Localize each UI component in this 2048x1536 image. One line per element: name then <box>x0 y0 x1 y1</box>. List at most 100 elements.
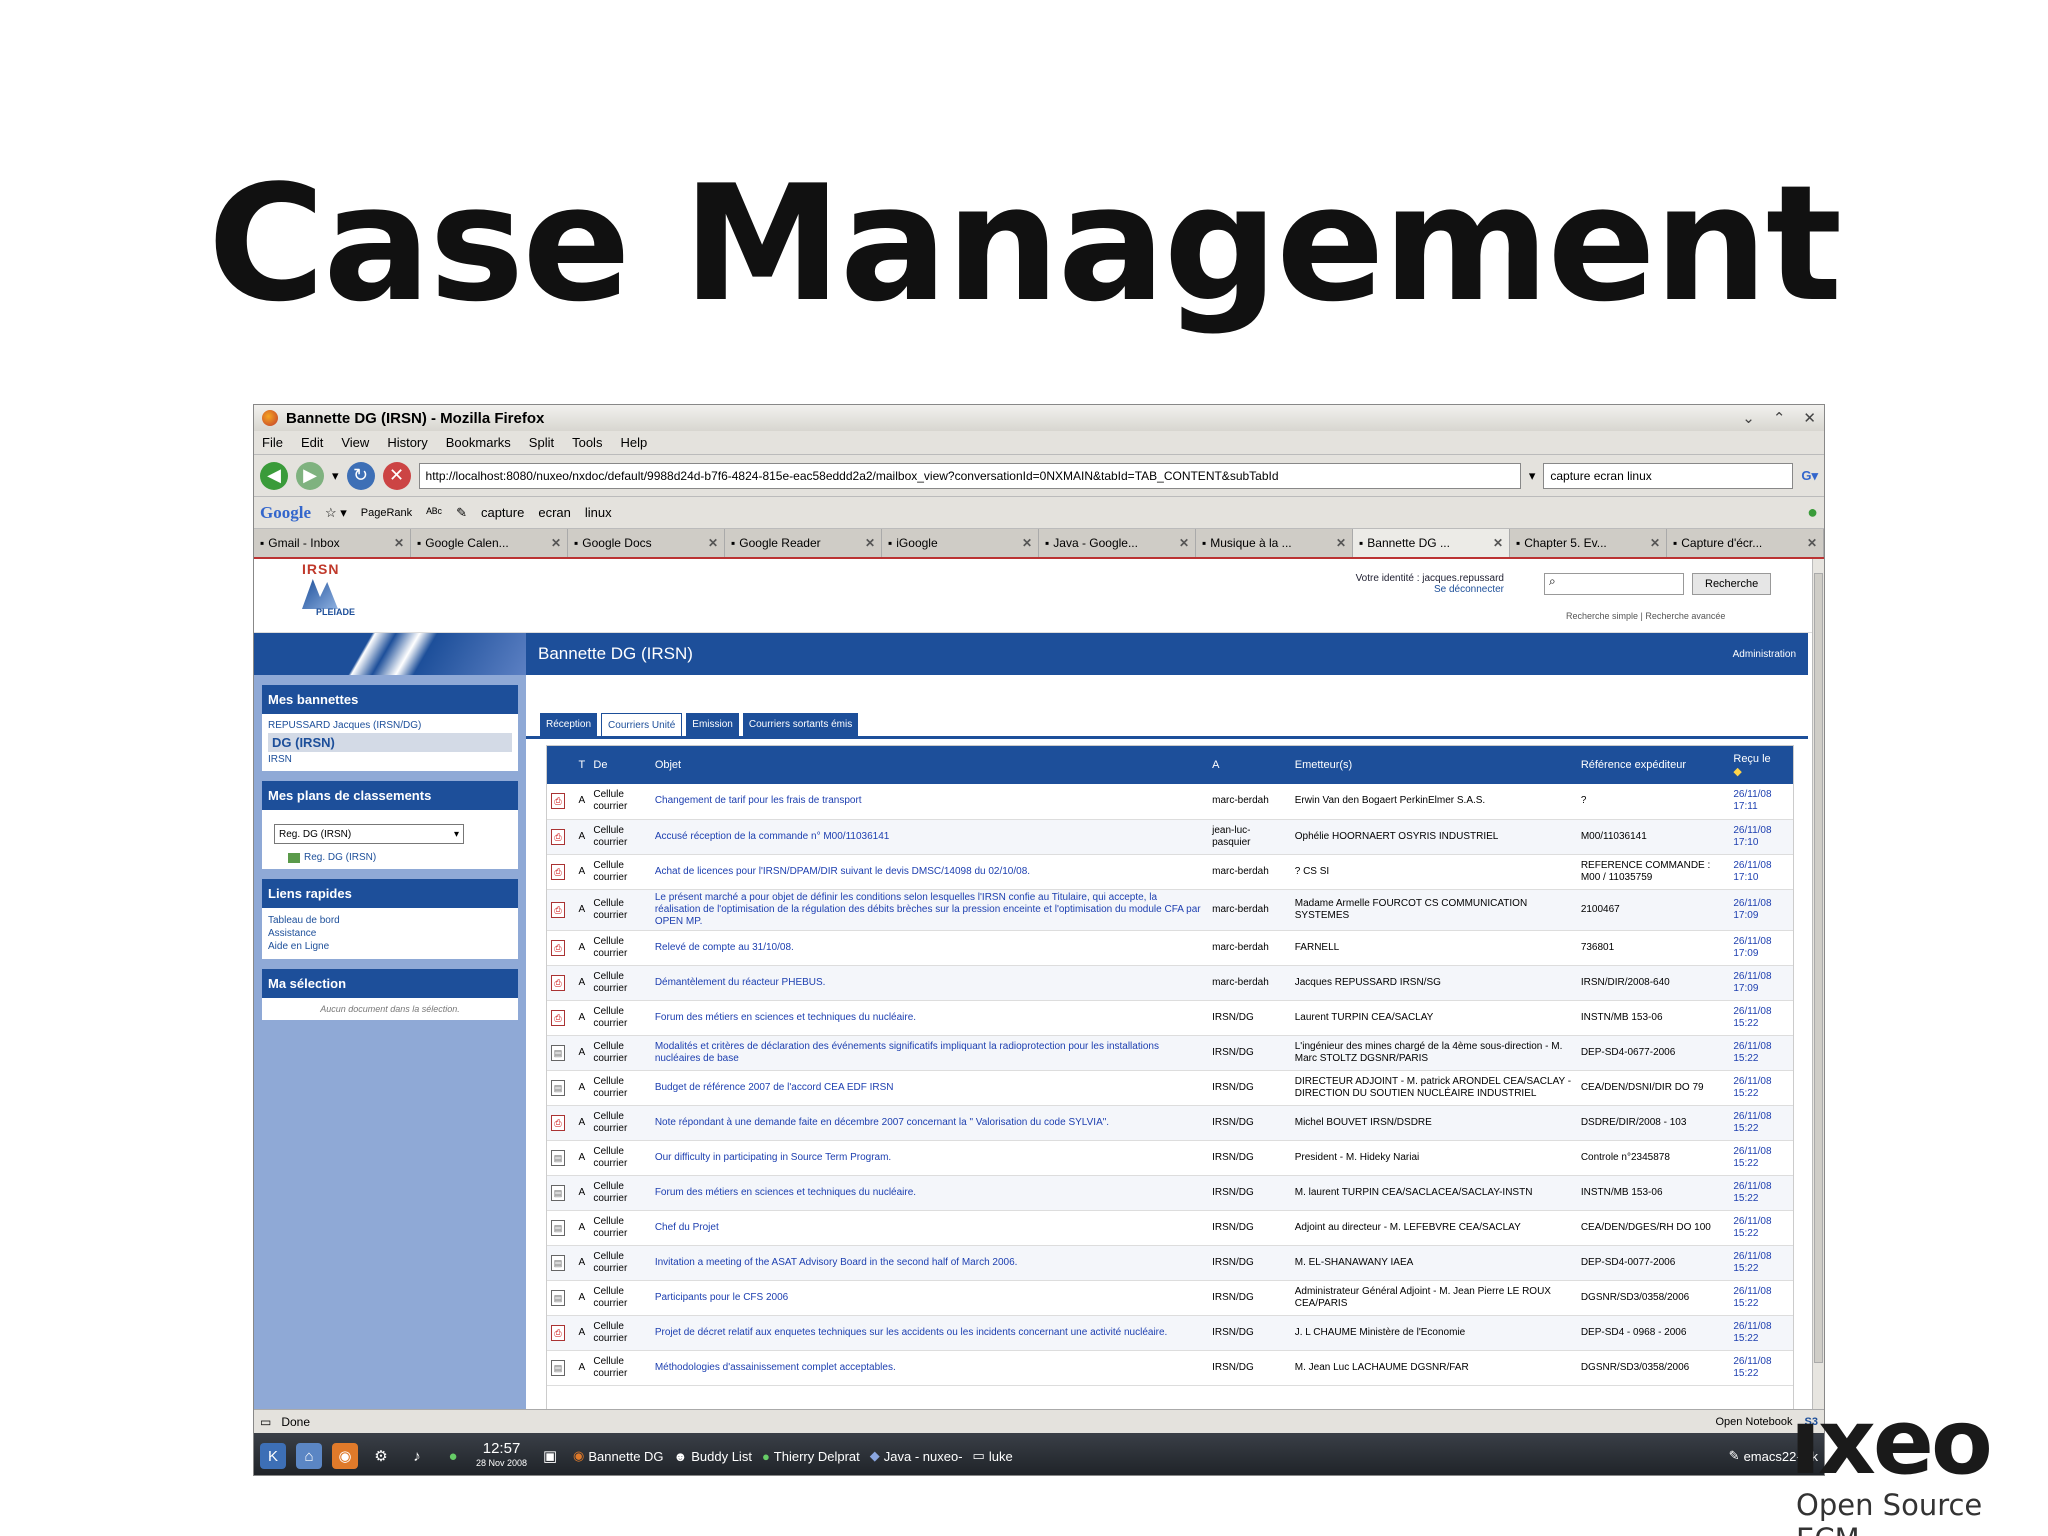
table-row[interactable]: ⎙ A Cellule courrier Projet de décret relat… <box>547 1315 1793 1351</box>
quick-link-help[interactable]: Aide en Ligne <box>268 940 512 953</box>
cell-subject[interactable]: Méthodologies d'assainissement complet a… <box>650 1350 1209 1386</box>
browser-tab[interactable]: ▪ Java - Google... ✕ <box>1039 529 1196 557</box>
browser-tab[interactable]: ▪ Gmail - Inbox ✕ <box>254 529 411 557</box>
plans-select[interactable]: Reg. DG (IRSN) ▾ <box>274 824 464 844</box>
pdf-icon[interactable]: ⎙ <box>551 901 565 918</box>
cell-subject[interactable]: Our difficulty in participating in Sourc… <box>650 1140 1209 1176</box>
col-senders[interactable]: Emetteur(s) <box>1290 746 1577 784</box>
cell-subject[interactable]: Forum des métiers en sciences et techniq… <box>650 1175 1209 1211</box>
reload-icon[interactable]: ↻ <box>346 461 375 490</box>
task-buddy[interactable]: ☻ Buddy List <box>674 1449 752 1464</box>
pdf-icon[interactable]: ⎙ <box>551 863 565 880</box>
table-row[interactable]: ▤ A Cellule courrier Budget de référence 20… <box>547 1070 1793 1106</box>
browser-tab[interactable]: ▪ iGoogle ✕ <box>882 529 1039 557</box>
kde-menu-icon[interactable]: K <box>260 1443 286 1469</box>
tab-close-icon[interactable]: ✕ <box>1336 536 1346 550</box>
table-row[interactable]: ▤ A Cellule courrier Participants pour le C… <box>547 1280 1793 1316</box>
mailbox-org[interactable]: IRSN <box>268 754 512 765</box>
search-links[interactable]: Recherche simple | Recherche avancée <box>1566 611 1725 621</box>
bookmark-star-icon[interactable]: ☆ ▾ <box>325 505 347 521</box>
content-tab[interactable]: Courriers Unité <box>601 713 683 736</box>
scrollbar-thumb[interactable] <box>1814 573 1823 1363</box>
terminal-icon[interactable]: ▣ <box>537 1443 563 1469</box>
tab-close-icon[interactable]: ✕ <box>1493 536 1503 550</box>
task-luke[interactable]: ▭ luke <box>973 1448 1013 1464</box>
open-notebook-button[interactable]: Open Notebook <box>1715 1416 1792 1428</box>
table-row[interactable]: ▤ A Cellule courrier Modalités et critères … <box>547 1035 1793 1071</box>
document-icon[interactable]: ▤ <box>551 1289 565 1306</box>
menu-item-file[interactable]: File <box>262 435 283 450</box>
col-subject[interactable]: Objet <box>650 746 1209 784</box>
content-tab[interactable]: Courriers sortants émis <box>742 713 859 736</box>
menu-item-split[interactable]: Split <box>529 435 554 450</box>
back-icon[interactable]: ◀ <box>260 461 288 490</box>
tab-close-icon[interactable]: ✕ <box>708 536 718 550</box>
menu-item-help[interactable]: Help <box>620 435 647 450</box>
menu-item-tools[interactable]: Tools <box>572 435 602 450</box>
cell-subject[interactable]: Accusé réception de la commande n° M00/1… <box>650 819 1209 855</box>
pdf-icon[interactable]: ⎙ <box>551 1114 565 1131</box>
spellcheck-icon[interactable]: ᴬᴮᶜ <box>426 505 442 520</box>
cell-subject[interactable]: Le présent marché a pour objet de défini… <box>650 889 1209 931</box>
table-row[interactable]: ⎙ A Cellule courrier Accusé réception de la… <box>547 819 1793 855</box>
stop-icon[interactable]: ✕ <box>382 461 411 490</box>
cell-subject[interactable]: Note répondant à une demande faite en dé… <box>650 1105 1209 1141</box>
pdf-icon[interactable]: ⎙ <box>551 974 565 991</box>
document-icon[interactable]: ▤ <box>551 1184 565 1201</box>
cell-subject[interactable]: Modalités et critères de déclaration des… <box>650 1035 1209 1071</box>
table-row[interactable]: ⎙ A Cellule courrier Forum des métiers en s… <box>547 1000 1793 1036</box>
cell-subject[interactable]: Changement de tarif pour les frais de tr… <box>650 784 1209 820</box>
browser-tab[interactable]: ▪ Chapter 5. Ev... ✕ <box>1510 529 1667 557</box>
quick-link-dashboard[interactable]: Tableau de bord <box>268 914 512 927</box>
tab-close-icon[interactable]: ✕ <box>1650 536 1660 550</box>
tab-close-icon[interactable]: ✕ <box>1022 536 1032 550</box>
cell-subject[interactable]: Chef du Projet <box>650 1210 1209 1246</box>
highlight-icon[interactable]: ✎ <box>456 505 467 521</box>
admin-link[interactable]: Administration <box>1733 649 1796 660</box>
table-row[interactable]: ⎙ A Cellule courrier Relevé de compte au 31… <box>547 930 1793 966</box>
col-type[interactable]: T <box>574 746 590 784</box>
task-bannette[interactable]: ◉ Bannette DG <box>573 1448 664 1464</box>
url-dropdown-icon[interactable]: ▾ <box>1529 468 1536 484</box>
logout-link[interactable]: Se déconnecter <box>1354 584 1504 595</box>
settings-icon[interactable]: ⚙ <box>368 1443 394 1469</box>
forward-icon[interactable]: ▶ <box>296 461 324 490</box>
volume-icon[interactable]: ♪ <box>404 1443 430 1469</box>
table-row[interactable]: ⎙ A Cellule courrier Note répondant à une d… <box>547 1105 1793 1141</box>
table-row[interactable]: ▤ A Cellule courrier Our difficulty in part… <box>547 1140 1793 1176</box>
pdf-icon[interactable]: ⎙ <box>551 1324 565 1341</box>
history-dropdown-icon[interactable]: ▾ <box>332 468 339 484</box>
cell-subject[interactable]: Participants pour le CFS 2006 <box>650 1280 1209 1316</box>
browser-tab[interactable]: ▪ Google Calen... ✕ <box>411 529 568 557</box>
gbar-item-linux[interactable]: linux <box>585 505 612 520</box>
col-to[interactable]: A <box>1208 746 1291 784</box>
pagerank-label[interactable]: PageRank <box>361 507 412 519</box>
col-reference[interactable]: Référence expéditeur <box>1576 746 1730 784</box>
search-box[interactable]: capture ecran linux <box>1543 462 1794 489</box>
task-java[interactable]: ◆ Java - nuxeo- <box>870 1448 963 1464</box>
table-row[interactable]: ▤ A Cellule courrier Invitation a meeting o… <box>547 1245 1793 1281</box>
pdf-icon[interactable]: ⎙ <box>551 1009 565 1026</box>
tab-close-icon[interactable]: ✕ <box>1807 536 1817 550</box>
quick-link-assistance[interactable]: Assistance <box>268 927 512 940</box>
document-icon[interactable]: ▤ <box>551 1359 565 1376</box>
table-row[interactable]: ▤ A Cellule courrier Méthodologies d'assain… <box>547 1350 1793 1386</box>
cell-subject[interactable]: Démantèlement du réacteur PHEBUS. <box>650 965 1209 1001</box>
mailbox-selected[interactable]: DG (IRSN) <box>268 733 512 752</box>
network-icon[interactable]: ● <box>440 1443 466 1469</box>
browser-tab[interactable]: ▪ Musique à la ... ✕ <box>1196 529 1353 557</box>
content-tab[interactable]: Emission <box>686 713 739 736</box>
mailbox-user[interactable]: REPUSSARD Jacques (IRSN/DG) <box>268 720 512 731</box>
table-row[interactable]: ▤ A Cellule courrier Forum des métiers en s… <box>547 1175 1793 1211</box>
pdf-icon[interactable]: ⎙ <box>551 828 565 845</box>
minimize-icon[interactable]: ⌄ <box>1742 409 1755 427</box>
browser-tab[interactable]: ▪ Google Docs ✕ <box>568 529 725 557</box>
firefox-launcher-icon[interactable]: ◉ <box>332 1443 358 1469</box>
col-received[interactable]: Reçu le ◆ <box>1729 746 1793 784</box>
maximize-icon[interactable]: ⌃ <box>1773 409 1786 427</box>
tab-close-icon[interactable]: ✕ <box>1179 536 1189 550</box>
search-engine-icon[interactable]: G▾ <box>1801 468 1818 484</box>
plans-tree-item[interactable]: Reg. DG (IRSN) <box>288 852 512 863</box>
google-logo[interactable]: Google <box>260 503 311 523</box>
cell-subject[interactable]: Invitation a meeting of the ASAT Advisor… <box>650 1245 1209 1281</box>
